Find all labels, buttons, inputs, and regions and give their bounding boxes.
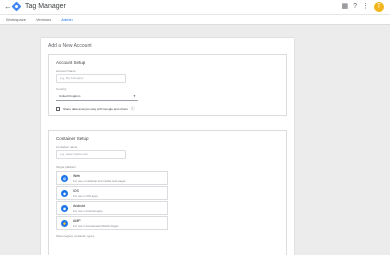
country-label: Country — [56, 87, 67, 91]
container-setup-section: Container Setup Container name e.g. www.… — [48, 130, 287, 255]
more-vert-icon[interactable]: ⋮ — [362, 2, 369, 12]
tag-manager-logo-icon — [11, 1, 22, 12]
globe-icon: ◍ — [61, 175, 68, 182]
add-account-card: Add a New Account Account Setup Account … — [41, 38, 294, 255]
account-setup-title: Account Setup — [56, 60, 86, 65]
platform-name: iOS — [73, 189, 79, 193]
share-data-checkbox[interactable] — [56, 107, 60, 111]
container-setup-title: Container Setup — [56, 136, 89, 141]
platform-description: For use in iOS apps — [73, 194, 98, 198]
platform-option-web[interactable]: ◍ Web For use on desktop and mobile web … — [56, 171, 168, 185]
tab-versions[interactable]: Versions — [36, 15, 51, 24]
legacy-container-link[interactable]: Show legacy container types — [56, 234, 94, 238]
account-setup-section: Account Setup Account Name e.g. My Compa… — [48, 54, 287, 116]
tab-workspace[interactable]: Workspace — [6, 15, 26, 24]
android-icon: ◉ — [61, 205, 68, 212]
amp-icon: ⚡ — [61, 220, 68, 227]
avatar[interactable]: T — [374, 2, 384, 12]
tab-admin[interactable]: Admin — [61, 15, 72, 24]
arrow-left-icon[interactable]: ← — [4, 2, 12, 12]
platform-name: Android — [73, 204, 86, 208]
account-name-field[interactable]: e.g. My Company — [56, 74, 126, 83]
help-icon[interactable]: ? — [353, 2, 357, 12]
top-app-bar: ← Tag Manager ▦ ? ⋮ T — [0, 0, 390, 15]
container-name-label: Container name — [56, 145, 78, 149]
platform-option-ios[interactable]: ◆ iOS For use in iOS apps — [56, 186, 168, 200]
help-circle-icon[interactable]: ⓘ — [131, 106, 135, 112]
container-name-field[interactable]: e.g. www.mysite.com — [56, 150, 126, 159]
platform-name: AMP — [73, 219, 81, 223]
share-data-label: Share data anonymously with Google and o… — [63, 107, 128, 111]
share-data-row: Share data anonymously with Google and o… — [56, 106, 135, 112]
target-platform-label: Target platform — [56, 165, 77, 169]
platform-option-amp[interactable]: ⚡ AMP For use in Accelerated Mobile Page… — [56, 216, 168, 230]
platform-description: For use in Accelerated Mobile Pages — [73, 224, 119, 228]
tab-bar: Workspace Versions Admin — [0, 15, 390, 25]
chevron-down-icon: ▼ — [133, 94, 136, 98]
platform-option-android[interactable]: ◉ Android For use in Android apps — [56, 201, 168, 215]
page-title: Add a New Account — [48, 43, 92, 49]
account-name-label: Account Name — [56, 69, 76, 73]
country-select[interactable]: United Kingdom ▼ — [56, 92, 138, 101]
apps-grid-icon[interactable]: ▦ — [341, 2, 348, 12]
platform-name: Web — [73, 174, 81, 178]
platform-description: For use in Android apps — [73, 209, 103, 213]
top-icon-group: ▦ ? ⋮ T — [341, 2, 384, 12]
platform-description: For use on desktop and mobile web pages — [73, 179, 126, 183]
app-title: Tag Manager — [25, 3, 66, 10]
country-value: United Kingdom — [59, 94, 81, 98]
apple-icon: ◆ — [61, 190, 68, 197]
